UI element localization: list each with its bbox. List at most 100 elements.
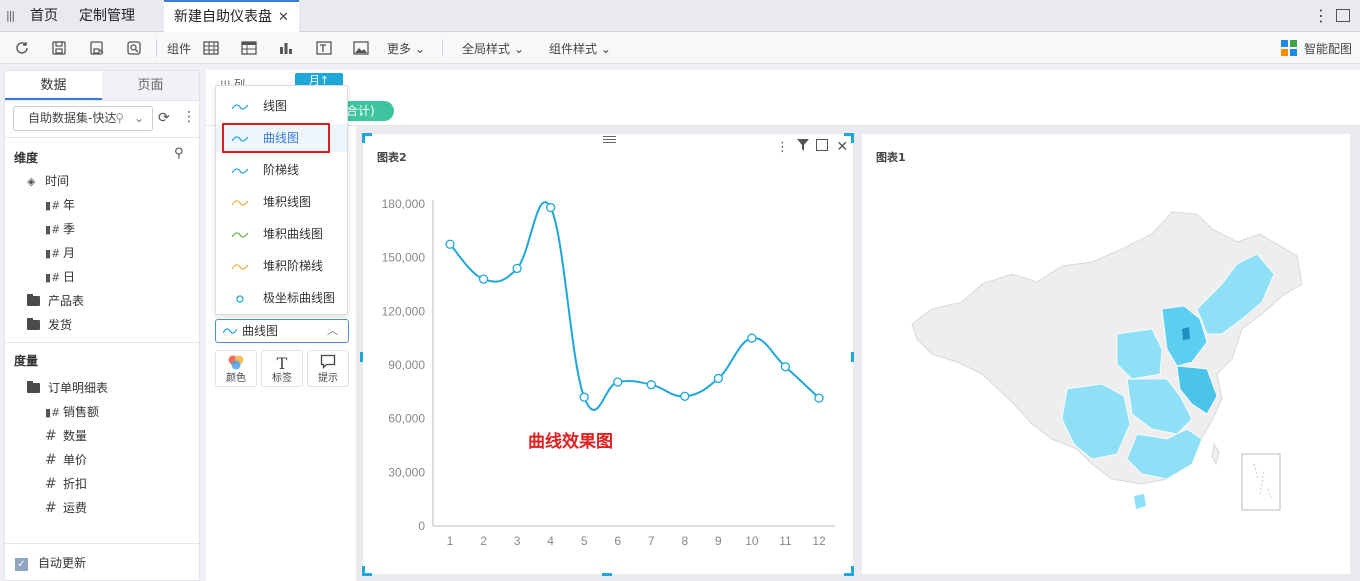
tree-item-shipping[interactable]: 发货 <box>27 314 72 336</box>
data-point <box>780 362 791 372</box>
divider <box>5 543 199 544</box>
resize-handle[interactable] <box>851 352 854 362</box>
component-label: 组件 <box>167 42 192 56</box>
data-point <box>478 274 489 284</box>
crosstab-icon[interactable] <box>240 39 258 57</box>
color-button[interactable]: 颜色 <box>215 350 257 387</box>
more-vertical-icon[interactable]: ⋮ <box>1313 6 1329 25</box>
chart-card-1[interactable]: 图表1 <box>862 134 1350 574</box>
annotation-text: 曲线效果图 <box>528 432 613 452</box>
tree-item-label: 折扣 <box>63 477 88 491</box>
tree-item-discount[interactable]: # 折扣 <box>45 473 87 495</box>
tree-item-label: 产品表 <box>48 294 85 308</box>
chart-type-option-label: 堆积阶梯线 <box>263 259 324 273</box>
tree-item-freight[interactable]: # 运费 <box>45 497 87 519</box>
component-style-menu[interactable]: 组件样式 ⌄ <box>549 40 611 57</box>
tooltip-label: 提示 <box>318 373 338 384</box>
tree-item-quarter[interactable]: ▮# 季 <box>45 218 75 240</box>
chart-type-icon <box>236 295 244 303</box>
search-icon[interactable]: ⚲ <box>174 146 184 161</box>
resize-handle[interactable] <box>362 133 372 143</box>
tree-item-qty[interactable]: # 数量 <box>45 425 87 447</box>
smart-chart-icon[interactable] <box>1281 40 1297 56</box>
tab-home[interactable]: 首页 <box>30 0 58 32</box>
table-icon[interactable] <box>202 39 220 57</box>
chart-type-option[interactable]: 堆积阶梯线 <box>216 252 347 280</box>
sum-field-pill[interactable]: 合计) <box>340 101 394 121</box>
number-field-icon: # <box>45 476 57 492</box>
tree-item-label: 季 <box>63 222 76 236</box>
dimension-field-icon: ▮# <box>45 199 61 212</box>
tree-item-day[interactable]: ▮# 日 <box>45 266 75 288</box>
measure-heading: 度量 <box>14 354 39 368</box>
refresh-icon[interactable] <box>13 39 31 57</box>
map-region-hainan <box>1134 494 1146 509</box>
global-style-menu[interactable]: 全局样式 ⌄ <box>462 40 524 57</box>
left-panel: 数据 页面 自助数据集-快达 ⚲ ⌄ ⟳ ⋮ 维度 ⚲ ◈ 时间 ▮# 年 ▮# 季 … <box>4 70 200 581</box>
tab-bar: ||| 首页 定制管理 新建自助仪表盘 ✕ ⋮ <box>0 0 1360 32</box>
chart-type-option[interactable]: 线图 <box>216 92 347 120</box>
bar-chart-icon[interactable] <box>277 39 295 57</box>
grip-icon[interactable]: ||| <box>6 9 15 22</box>
tree-item-product[interactable]: 产品表 <box>27 290 84 312</box>
chart-type-select[interactable]: 曲线图 ︿ <box>215 319 349 343</box>
x-tick-label: 9 <box>715 534 722 548</box>
tab-custom[interactable]: 定制管理 <box>79 0 135 32</box>
more-vertical-icon[interactable]: ⋮ <box>776 140 789 155</box>
tree-item-sales[interactable]: ▮# 销售额 <box>45 401 99 423</box>
text-box-icon[interactable] <box>315 39 333 57</box>
map-region-taiwan <box>1211 442 1220 466</box>
tree-item-order-detail[interactable]: 订单明细表 <box>27 377 108 399</box>
filter-icon[interactable] <box>797 139 813 155</box>
dimension-heading: 维度 <box>14 151 39 165</box>
tooltip-button[interactable]: 提示 <box>307 350 349 387</box>
label-label: 标签 <box>272 373 292 384</box>
tab-page[interactable]: 页面 <box>102 71 199 100</box>
color-label: 颜色 <box>226 373 246 384</box>
chart-type-option[interactable]: 堆积线图 <box>216 188 347 216</box>
more-vertical-icon[interactable]: ⋮ <box>182 109 196 125</box>
resize-handle[interactable] <box>602 573 612 576</box>
chart-card-2[interactable]: 图表2 0 30,000 60,000 90,000 120,000 150,000 180… <box>363 134 853 574</box>
save-icon[interactable] <box>50 39 68 57</box>
x-tick-label: 1 <box>447 534 454 548</box>
more-menu[interactable]: 更多 ⌄ <box>387 40 425 57</box>
resize-handle[interactable] <box>362 566 372 576</box>
chart-type-option[interactable]: 阶梯线 <box>216 156 347 184</box>
tree-item-price[interactable]: # 单价 <box>45 449 87 471</box>
chevron-down-icon: ⌄ <box>513 42 524 56</box>
tree-item-time[interactable]: ◈ 时间 <box>27 170 69 192</box>
save-as-icon[interactable] <box>88 39 106 57</box>
chart-type-option[interactable]: 极坐标曲线图 <box>216 284 347 312</box>
chevron-down-icon: ⌄ <box>133 111 144 125</box>
smart-chart-button[interactable]: 智能配图 <box>1304 40 1352 57</box>
close-icon[interactable]: ✕ <box>278 10 289 25</box>
resize-handle[interactable] <box>844 566 854 576</box>
drag-handle-icon[interactable] <box>603 136 616 143</box>
divider <box>5 342 199 343</box>
x-tick-label: 10 <box>745 534 759 548</box>
refresh-icon[interactable]: ⟳ <box>158 110 170 126</box>
y-tick-label: 120,000 <box>382 304 426 318</box>
close-icon[interactable]: ✕ <box>836 139 848 155</box>
chart-type-option[interactable]: 堆积曲线图 <box>216 220 347 248</box>
tree-item-label: 发货 <box>48 318 73 332</box>
tab-dashboard-label: 新建自助仪表盘 <box>174 9 272 25</box>
dataset-select[interactable]: 自助数据集-快达 ⚲ ⌄ <box>13 106 153 131</box>
south-china-sea-inset <box>1241 453 1281 511</box>
tree-item-month[interactable]: ▮# 月 <box>45 242 75 264</box>
label-button[interactable]: T 标签 <box>261 350 303 387</box>
preview-icon[interactable] <box>125 39 143 57</box>
tab-dashboard[interactable]: 新建自助仪表盘 ✕ <box>164 0 299 32</box>
window-maximize-icon[interactable] <box>1336 9 1350 22</box>
image-icon[interactable] <box>352 39 370 57</box>
tree-item-year[interactable]: ▮# 年 <box>45 194 75 216</box>
tab-data[interactable]: 数据 <box>5 71 102 100</box>
chart-type-icon <box>232 232 248 238</box>
auto-update-checkbox[interactable]: ✓ 自动更新 <box>15 554 86 571</box>
y-tick-label: 30,000 <box>388 465 425 479</box>
map-region-beijing <box>1182 327 1190 340</box>
resize-handle[interactable] <box>360 352 363 362</box>
y-tick-label: 150,000 <box>382 251 426 265</box>
maximize-icon[interactable] <box>816 139 829 151</box>
